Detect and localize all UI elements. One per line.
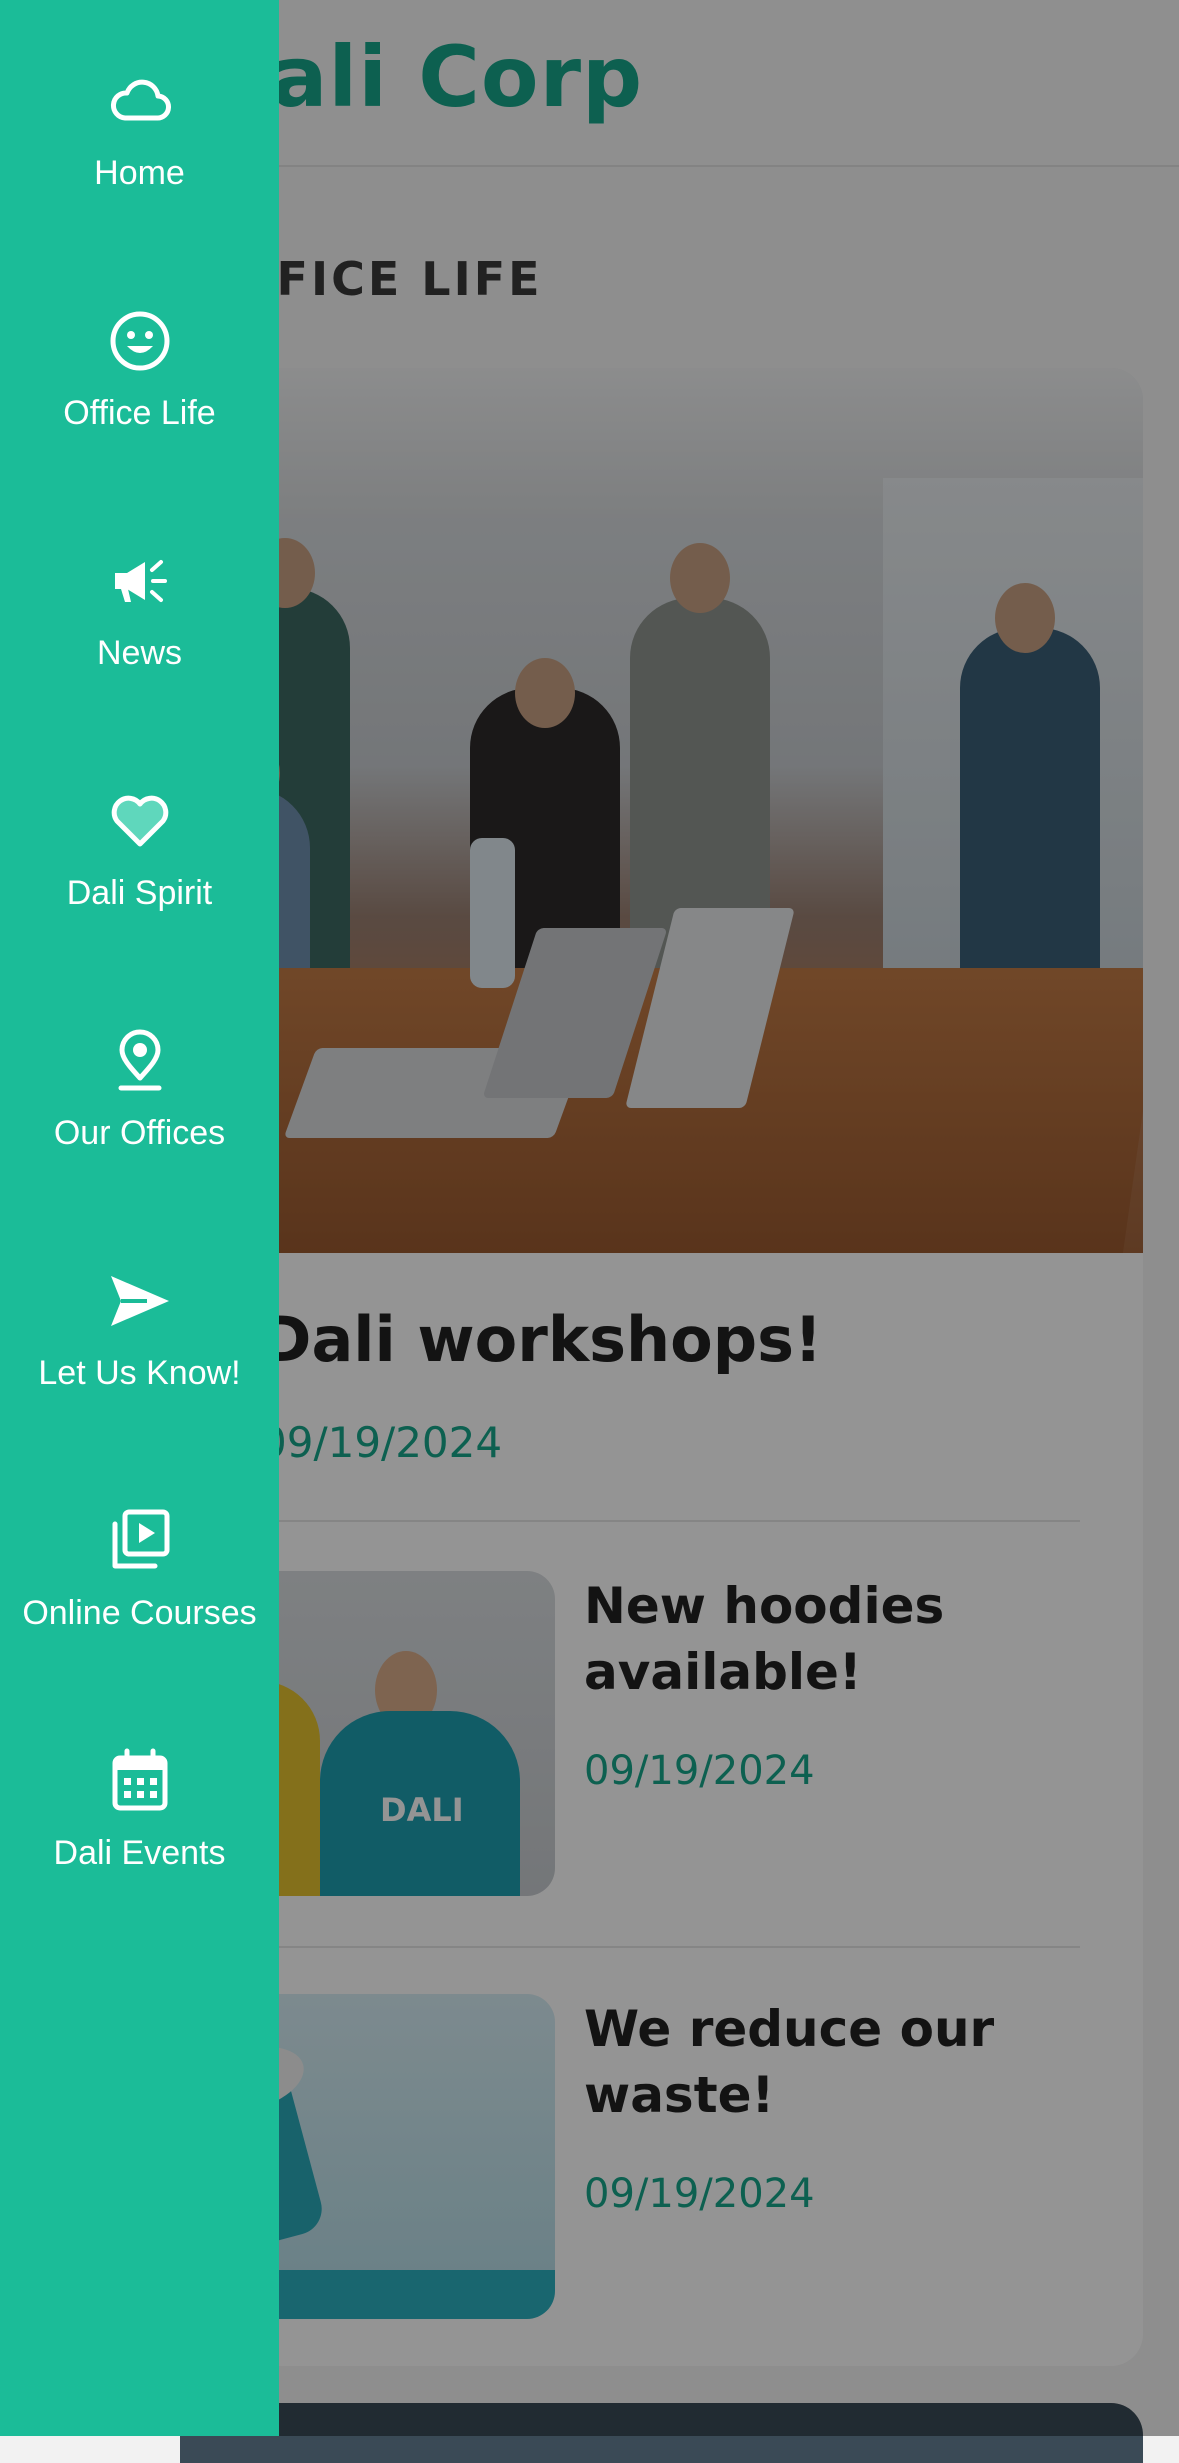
nav-label: News <box>96 634 183 672</box>
nav-label: Online Courses <box>22 1594 257 1632</box>
nav-item-office-life[interactable]: Office Life <box>0 308 279 508</box>
cloud-icon <box>111 79 171 121</box>
nav-label: Let Us Know! <box>38 1354 241 1392</box>
nav-label: Office Life <box>63 394 216 432</box>
navigation-drawer: Home Office Life News Dali Spirit Our Of… <box>0 0 279 2436</box>
nav-item-dali-spirit[interactable]: Dali Spirit <box>0 788 279 988</box>
nav-label: Home <box>94 154 185 192</box>
nav-item-news[interactable]: News <box>0 548 279 748</box>
nav-item-let-us-know[interactable]: Let Us Know! <box>0 1268 279 1468</box>
nav-label: Dali Events <box>53 1834 226 1872</box>
nav-item-dali-events[interactable]: Dali Events <box>0 1748 279 1948</box>
calendar-icon <box>112 1748 168 1811</box>
heart-icon <box>111 795 169 847</box>
nav-item-online-courses[interactable]: Online Courses <box>0 1508 279 1708</box>
paper-plane-icon <box>111 1276 169 1326</box>
smiley-icon <box>110 311 170 371</box>
nav-label: Dali Spirit <box>66 874 213 912</box>
location-pin-icon <box>118 1029 162 1091</box>
megaphone-icon <box>115 560 167 602</box>
video-library-icon <box>112 1509 170 1569</box>
nav-item-our-offices[interactable]: Our Offices <box>0 1028 279 1228</box>
nav-item-home[interactable]: Home <box>0 68 279 268</box>
nav-label: Our Offices <box>53 1114 226 1152</box>
